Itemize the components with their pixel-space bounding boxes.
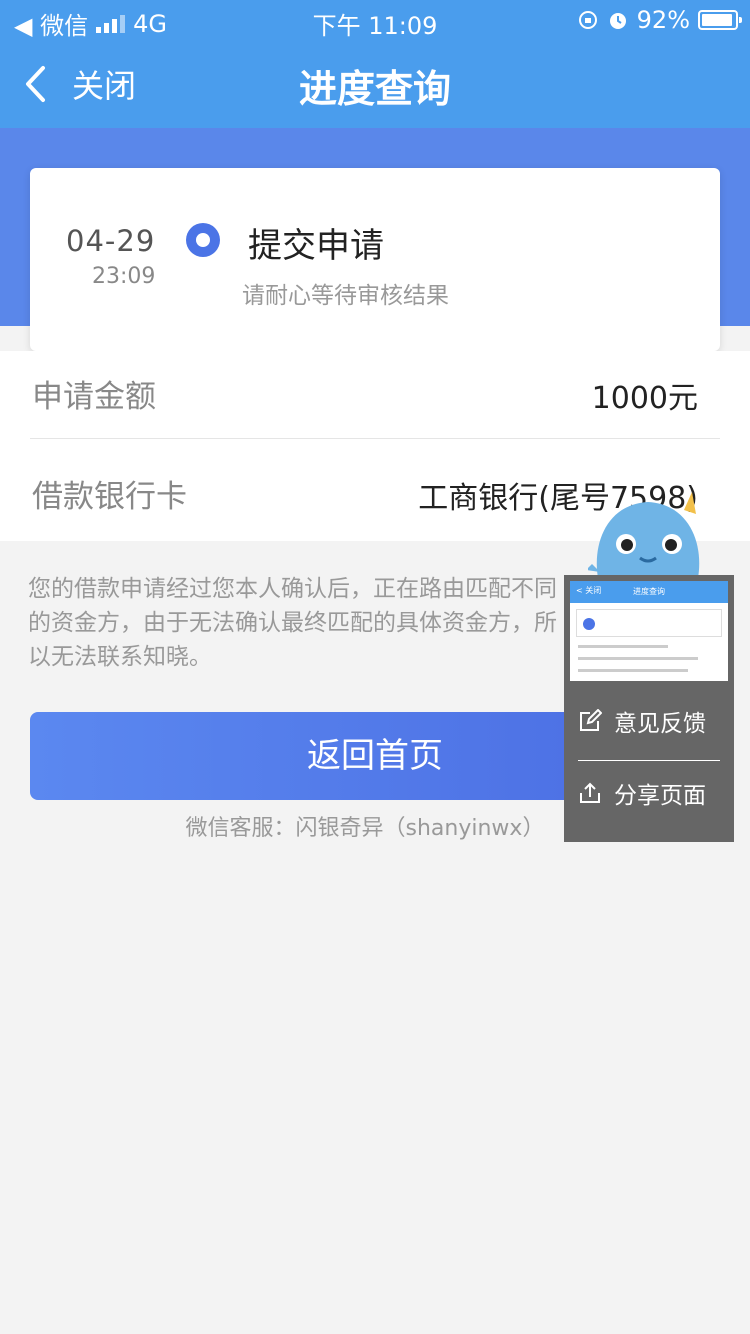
thumbnail-line xyxy=(578,657,698,660)
thumbnail-back: < 关闭 xyxy=(576,586,602,595)
thumbnail-line xyxy=(578,669,688,672)
progress-dot-icon xyxy=(186,223,220,257)
progress-step: 提交申请 xyxy=(248,226,384,266)
status-bar: ◀ 微信 4G 下午 11:09 92% xyxy=(0,0,750,40)
feedback-label: 意见反馈 xyxy=(614,710,706,737)
thumbnail-line xyxy=(578,645,668,648)
amount-row: 申请金额 1000元 xyxy=(30,351,720,439)
status-right: 92% xyxy=(577,6,742,34)
notice-text: 您的借款申请经过您本人确认后，正在路由匹配不同的资金方，由于无法确认最终匹配的具… xyxy=(28,576,557,670)
share-button[interactable]: 分享页面 xyxy=(578,763,720,823)
progress-hint: 请耐心等待审核结果 xyxy=(242,283,449,309)
amount-label: 申请金额 xyxy=(32,379,156,415)
share-icon xyxy=(580,782,600,803)
page-title: 进度查询 xyxy=(298,67,451,111)
top-bar: ◀ 微信 4G 下午 11:09 92% 关闭 进度查询 xyxy=(0,0,750,128)
thumbnail-card xyxy=(576,609,722,637)
feedback-button[interactable]: 意见反馈 xyxy=(578,681,720,761)
share-label: 分享页面 xyxy=(614,783,706,809)
progress-date: 04-29 xyxy=(66,224,156,258)
floating-panel: 进度查询 < 关闭 意见反馈 分享页面 xyxy=(564,575,734,842)
battery-icon xyxy=(698,10,742,30)
mascot-icon xyxy=(588,492,700,578)
progress-time: 23:09 xyxy=(92,264,156,289)
edit-icon xyxy=(580,708,602,731)
progress-card: 04-29 23:09 提交申请 请耐心等待审核结果 xyxy=(30,168,720,351)
amount-value: 1000元 xyxy=(591,381,698,416)
nav-bar: 关闭 进度查询 xyxy=(0,40,750,128)
battery-percent: 92% xyxy=(636,6,690,34)
bank-card-label: 借款银行卡 xyxy=(32,479,187,515)
page-thumbnail[interactable]: 进度查询 < 关闭 xyxy=(570,581,728,681)
rotation-lock-icon xyxy=(578,11,597,29)
alarm-icon xyxy=(609,13,626,29)
